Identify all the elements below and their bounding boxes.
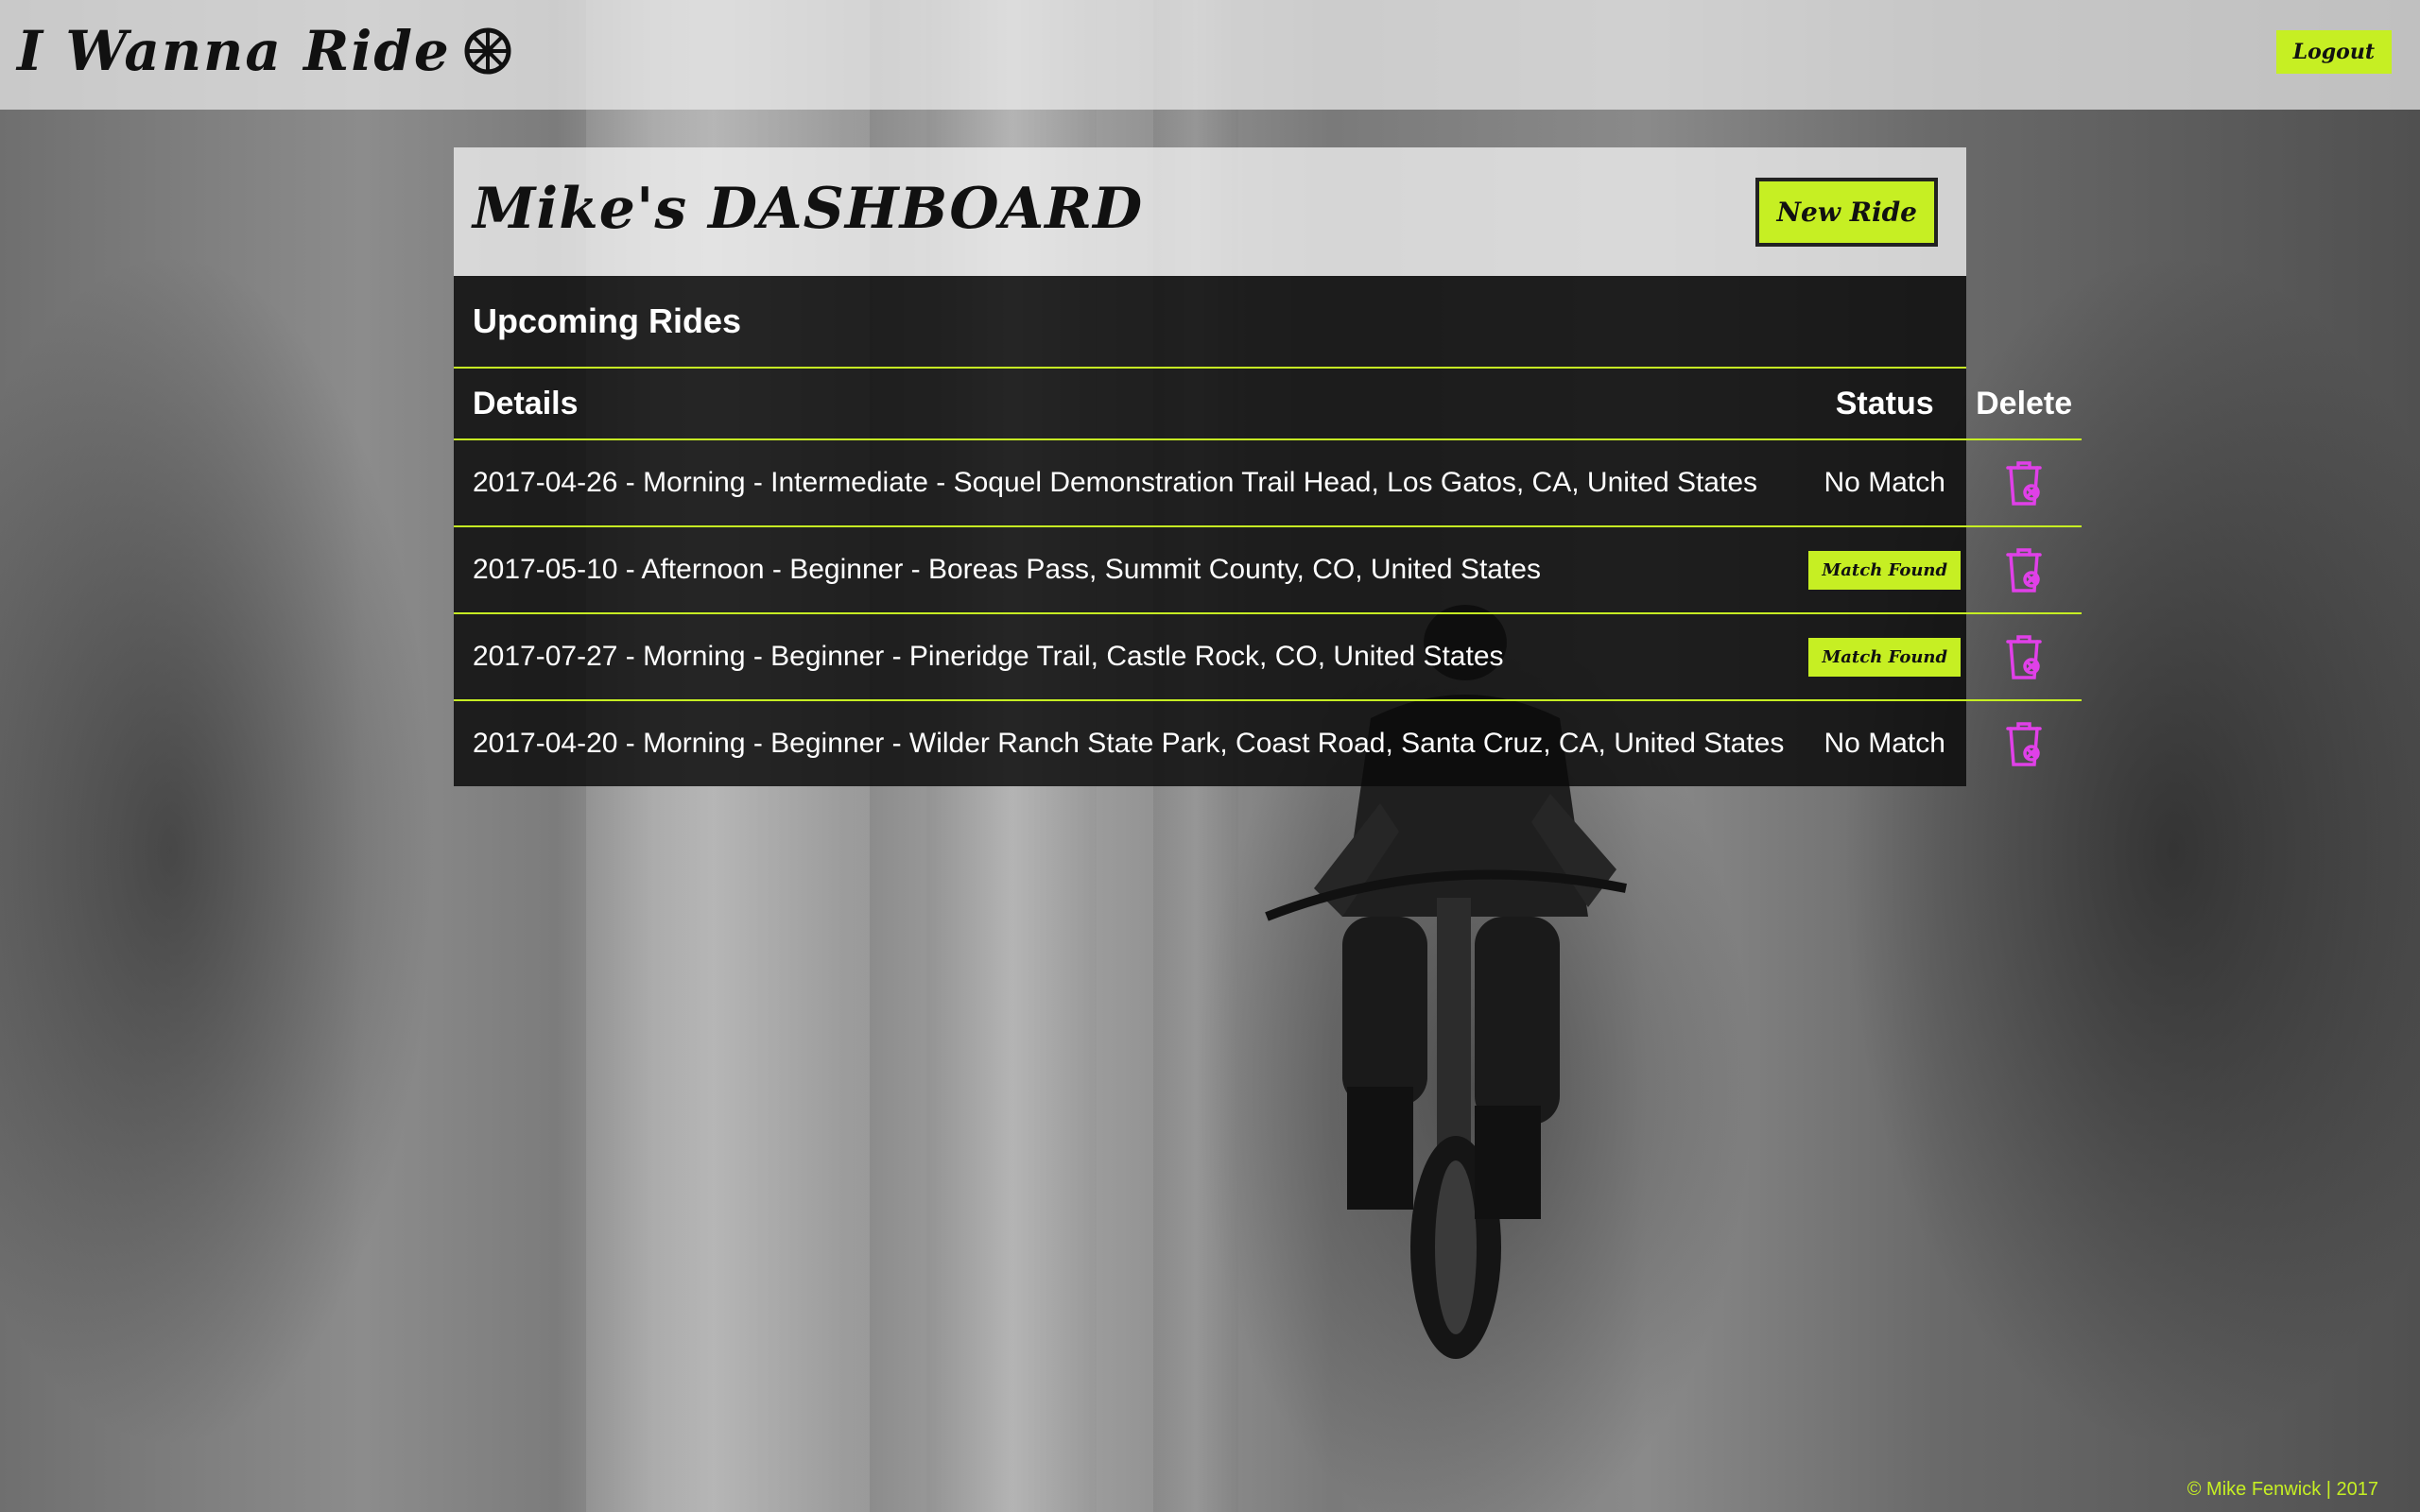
- column-header-delete: Delete: [1966, 369, 2083, 440]
- trash-icon[interactable]: [2002, 632, 2046, 681]
- ride-details: 2017-07-27 - Morning - Beginner - Pineri…: [454, 613, 1804, 701]
- ride-status: Match Found: [1803, 613, 1967, 701]
- dashboard-header: Mike's DASHBOARD New Ride: [454, 147, 1966, 276]
- table-header-row: Details Status Delete: [454, 369, 2083, 440]
- dashboard-panel: Mike's DASHBOARD New Ride Upcoming Rides…: [454, 147, 2083, 786]
- table-row: 2017-07-27 - Morning - Beginner - Pineri…: [454, 613, 2083, 701]
- ride-status: No Match: [1803, 439, 1967, 527]
- column-header-status: Status: [1803, 369, 1967, 440]
- footer-copyright: © Mike Fenwick | 2017: [2187, 1479, 2378, 1500]
- ride-status: Match Found: [1803, 526, 1967, 614]
- delete-cell: [1966, 700, 2082, 786]
- trash-icon[interactable]: [2002, 545, 2046, 594]
- page-title: Mike's DASHBOARD: [473, 176, 1144, 242]
- status-text: No Match: [1824, 728, 1945, 759]
- column-header-details: Details: [454, 369, 1804, 440]
- delete-cell: [1966, 526, 2083, 614]
- match-found-badge[interactable]: Match Found: [1808, 550, 1962, 590]
- match-found-badge[interactable]: Match Found: [1808, 637, 1962, 677]
- ride-details: 2017-04-20 - Morning - Beginner - Wilder…: [473, 728, 1785, 759]
- status-text: No Match: [1824, 467, 1945, 498]
- logout-button[interactable]: Logout: [2275, 30, 2392, 74]
- ride-details: 2017-05-10 - Afternoon - Beginner - Bore…: [454, 526, 1804, 614]
- delete-cell: [1966, 613, 2083, 701]
- table-row: 2017-04-26 - Morning - Intermediate - So…: [454, 439, 2083, 527]
- section-title: Upcoming Rides: [454, 276, 1966, 369]
- brand-logo[interactable]: I Wanna Ride: [17, 19, 513, 83]
- rides-table: Details Status Delete 2017-04-26 - Morni…: [454, 369, 2083, 786]
- table-row: 2017-04-20 - Morning - Beginner - Wilder…: [454, 700, 2082, 786]
- trash-icon[interactable]: [2002, 458, 2046, 507]
- new-ride-button[interactable]: New Ride: [1755, 178, 1938, 247]
- brand-name: I Wanna Ride: [17, 19, 451, 83]
- ride-details: 2017-04-26 - Morning - Intermediate - So…: [454, 439, 1804, 527]
- upcoming-rides-section: Upcoming Rides Details Status Delete 201…: [454, 276, 2083, 786]
- delete-cell: [1966, 439, 2083, 527]
- table-row: 2017-05-10 - Afternoon - Beginner - Bore…: [454, 526, 2083, 614]
- ride-status: No Match: [1803, 700, 1966, 786]
- trash-icon[interactable]: [2002, 719, 2046, 768]
- top-navbar: I Wanna Ride Logout: [0, 0, 2420, 110]
- gear-icon: [464, 27, 511, 75]
